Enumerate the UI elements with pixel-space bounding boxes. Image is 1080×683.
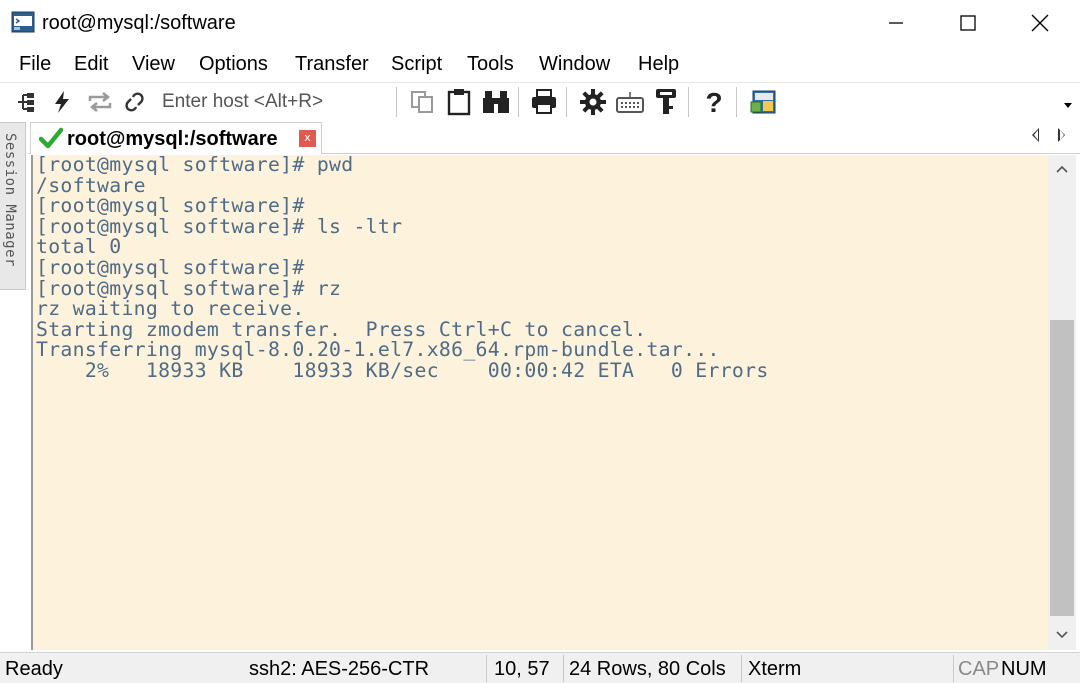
- reconnect-icon: [88, 92, 112, 112]
- copy-button[interactable]: [408, 87, 436, 117]
- sftp-icon: [750, 90, 776, 114]
- connected-check-icon: [39, 127, 63, 149]
- find-binoculars-icon: [483, 91, 509, 113]
- close-icon: [1031, 14, 1049, 32]
- tab-close-button[interactable]: x: [299, 130, 316, 147]
- session-manager-label: Session Manager: [2, 133, 18, 267]
- session-tab[interactable]: root@mysql:/software x: [30, 122, 322, 154]
- connect-button[interactable]: [14, 87, 38, 117]
- close-button[interactable]: [1004, 0, 1076, 46]
- scroll-up-chevron-icon[interactable]: [1056, 165, 1068, 173]
- session-options-gear-icon: [580, 89, 606, 115]
- keymap-keyboard-icon: [616, 92, 644, 113]
- menu-script[interactable]: Script: [391, 51, 442, 77]
- svg-text:?: ?: [705, 88, 722, 116]
- minimize-button[interactable]: [860, 0, 932, 46]
- quick-connect-button[interactable]: [50, 87, 74, 117]
- window-title: root@mysql:/software: [42, 12, 236, 34]
- maximize-button[interactable]: [932, 0, 1004, 46]
- toolbar-separator: [518, 87, 519, 117]
- menu-edit[interactable]: Edit: [74, 51, 108, 77]
- securecrt-app-icon: [11, 11, 35, 33]
- menu-transfer[interactable]: Transfer: [295, 51, 369, 77]
- terminal-output[interactable]: [root@mysql software]# pwd /software [ro…: [31, 155, 1048, 650]
- session-manager-tab[interactable]: Session Manager: [0, 122, 26, 290]
- menu-bar: File Edit View Options Transfer Script T…: [0, 46, 1080, 82]
- menu-file[interactable]: File: [19, 51, 51, 77]
- connect-tree-icon: [18, 93, 34, 112]
- status-terminal-size: 24 Rows, 80 Cols: [569, 658, 726, 680]
- paste-icon: [447, 89, 471, 116]
- title-bar[interactable]: root@mysql:/software: [0, 0, 1080, 46]
- toolbar-separator: [566, 87, 567, 117]
- menu-options[interactable]: Options: [199, 51, 268, 77]
- toolbar-separator: [688, 87, 689, 117]
- help-icon: ?: [705, 88, 722, 116]
- terminal-line: 2% 18933 KB 18933 KB/sec 00:00:42 ETA 0 …: [36, 359, 769, 382]
- terminal-line: [root@mysql software]#: [36, 256, 305, 279]
- find-button[interactable]: [481, 87, 511, 117]
- tab-scroll-left-icon[interactable]: [1032, 128, 1039, 142]
- terminal-line: [root@mysql software]#: [36, 194, 305, 218]
- print-button[interactable]: [529, 87, 559, 117]
- disconnect-button[interactable]: [122, 87, 148, 117]
- copy-icon: [411, 91, 433, 113]
- scroll-down-chevron-icon[interactable]: [1056, 631, 1068, 639]
- toolbar: ?: [0, 82, 1080, 120]
- terminal-line: Starting zmodem transfer. Press Ctrl+C t…: [36, 317, 647, 341]
- status-separator: [741, 655, 742, 682]
- session-options-button[interactable]: [578, 87, 608, 117]
- status-separator: [563, 655, 564, 682]
- quick-connect-lightning-icon: [55, 91, 69, 113]
- key-icon: [656, 89, 676, 114]
- terminal-line: total 0: [36, 235, 122, 259]
- keymap-button[interactable]: [615, 87, 645, 117]
- reconnect-button[interactable]: [86, 87, 114, 117]
- status-bar: Ready ssh2: AES-256-CTR 10, 57 24 Rows, …: [0, 652, 1080, 683]
- status-separator: [953, 655, 954, 682]
- status-cipher: ssh2: AES-256-CTR: [249, 658, 430, 680]
- disconnect-icon: [125, 92, 144, 112]
- session-tab-label: root@mysql:/software: [67, 128, 278, 150]
- terminal-line: /software: [36, 173, 146, 197]
- toolbar-overflow-chevron-down-icon[interactable]: [1064, 103, 1072, 108]
- status-terminal-type: Xterm: [748, 658, 802, 680]
- menu-help[interactable]: Help: [638, 51, 679, 77]
- status-cursor-position: 10, 57: [494, 658, 550, 680]
- menu-tools[interactable]: Tools: [467, 51, 514, 77]
- tab-scroll-right-icon[interactable]: [1058, 128, 1065, 142]
- print-icon: [532, 89, 556, 114]
- status-state: Ready: [5, 658, 63, 680]
- toolbar-separator: [736, 87, 737, 117]
- maximize-icon: [960, 15, 976, 31]
- sftp-button[interactable]: [748, 87, 778, 117]
- menu-view[interactable]: View: [132, 51, 175, 77]
- terminal-line: [root@mysql software]# rz: [36, 276, 342, 300]
- toolbar-separator: [396, 87, 397, 117]
- host-input[interactable]: [158, 88, 390, 116]
- terminal-scrollbar[interactable]: [1048, 155, 1076, 650]
- status-num-lock: NUM: [1001, 658, 1047, 680]
- help-button[interactable]: ?: [700, 87, 728, 117]
- status-caps-lock: CAP: [958, 658, 1000, 680]
- terminal-line: [root@mysql software]# ls -ltr: [36, 214, 403, 238]
- terminal-line: Transferring mysql-8.0.20-1.el7.x86_64.r…: [36, 338, 720, 362]
- key-button[interactable]: [653, 87, 679, 117]
- paste-button[interactable]: [445, 87, 473, 117]
- minimize-icon: [889, 22, 903, 24]
- terminal-line: rz waiting to receive.: [36, 297, 305, 321]
- menu-window[interactable]: Window: [539, 51, 610, 77]
- scrollbar-thumb[interactable]: [1050, 320, 1074, 616]
- status-separator: [486, 655, 487, 682]
- session-tab-strip: root@mysql:/software x: [28, 120, 1080, 154]
- terminal-line: [root@mysql software]# pwd: [36, 155, 354, 176]
